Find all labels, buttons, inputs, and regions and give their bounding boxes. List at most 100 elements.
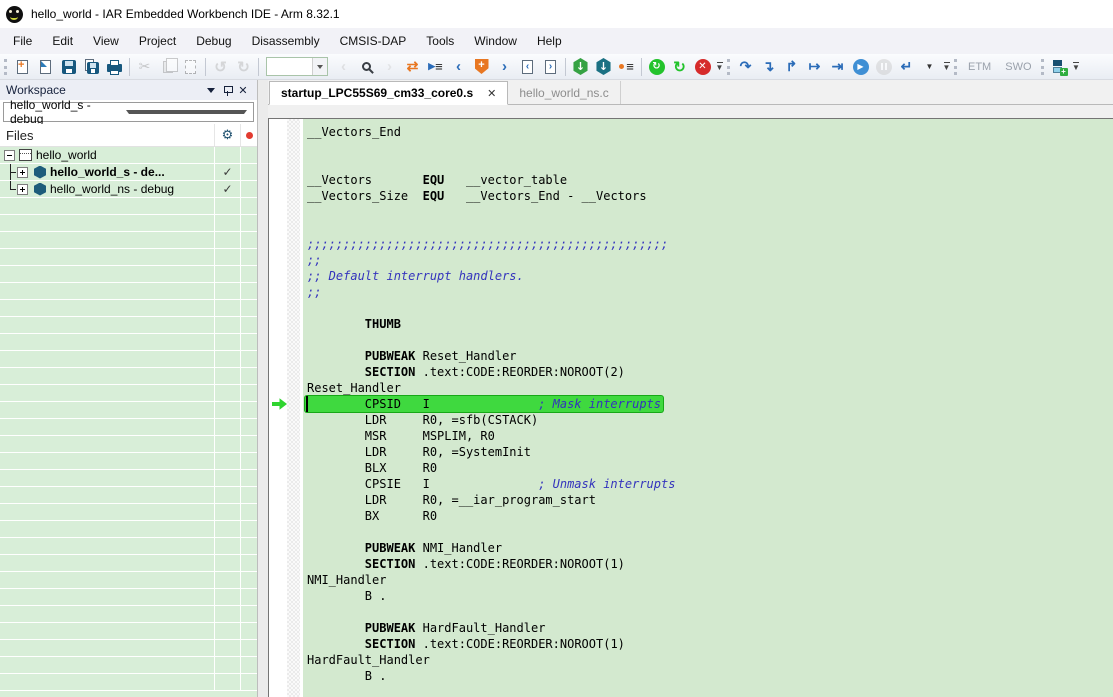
code-line[interactable]: SECTION .text:CODE:REORDER:NOROOT(1) — [307, 636, 1113, 652]
code-line[interactable]: ;; Default interrupt handlers. — [307, 268, 1113, 284]
code-line[interactable]: THUMB — [307, 316, 1113, 332]
code-line[interactable] — [307, 220, 1113, 236]
menu-item-cmsis-dap[interactable]: CMSIS-DAP — [330, 30, 417, 52]
menu-item-window[interactable]: Window — [464, 30, 527, 52]
configuration-selector[interactable]: hello_world_s - debug — [3, 102, 254, 122]
code-line[interactable]: ;;;;;;;;;;;;;;;;;;;;;;;;;;;;;;;;;;;;;;;;… — [307, 236, 1113, 252]
tab-startup-lpc55s69-cm33-core0-s[interactable]: startup_LPC55S69_cm33_core0.s✕ — [269, 81, 508, 105]
dropdown-caret-button[interactable]: ▼ — [918, 56, 941, 78]
code-line[interactable]: CPSID I ; Mask interrupts — [307, 396, 1113, 412]
toolbar-grip[interactable] — [4, 59, 7, 75]
next-bookmark-button[interactable]: › — [493, 56, 516, 78]
breakpoints-button[interactable]: ≡ — [615, 56, 638, 78]
toolbar-overflow-button[interactable]: ▼ — [714, 57, 725, 77]
stop-button[interactable]: ✕ — [691, 56, 714, 78]
page-next-button[interactable]: › — [539, 56, 562, 78]
reset-button[interactable]: ↻ — [645, 56, 668, 78]
code-line[interactable]: HardFault_Handler — [307, 652, 1113, 668]
debug-without-download-button[interactable]: ↓ — [592, 56, 615, 78]
code-line[interactable] — [307, 300, 1113, 316]
navigate-swap-button[interactable]: ⇄ — [401, 56, 424, 78]
new-file-button[interactable]: + — [11, 56, 34, 78]
paste-button[interactable] — [179, 56, 202, 78]
pin-button[interactable] — [219, 82, 235, 98]
menu-item-disassembly[interactable]: Disassembly — [242, 30, 330, 52]
code-line[interactable]: __Vectors_End — [307, 124, 1113, 140]
toolbar-grip[interactable] — [954, 59, 957, 75]
toggle-bookmark-button[interactable]: + — [470, 56, 493, 78]
go-button[interactable]: ▶ — [849, 56, 872, 78]
step-over-button[interactable]: ↷ — [734, 56, 757, 78]
code-line[interactable]: ;; — [307, 284, 1113, 300]
code-line[interactable]: ;; — [307, 252, 1113, 268]
expand-plus-box[interactable] — [17, 184, 28, 195]
save-all-button[interactable] — [80, 56, 103, 78]
find-next-button[interactable]: › — [378, 56, 401, 78]
open-file-button[interactable] — [34, 56, 57, 78]
tab-hello-world-ns-c[interactable]: hello_world_ns.c — [508, 81, 620, 104]
menu-item-project[interactable]: Project — [129, 30, 186, 52]
step-into-button[interactable]: ↴ — [757, 56, 780, 78]
code-line[interactable]: LDR R0, =SystemInit — [307, 444, 1113, 460]
code-line[interactable] — [307, 604, 1113, 620]
find-button[interactable] — [355, 56, 378, 78]
breakpoint-margin[interactable] — [287, 119, 300, 697]
code-line[interactable]: __Vectors EQU __vector_table — [307, 172, 1113, 188]
cut-button[interactable]: ✂ — [133, 56, 156, 78]
code-line[interactable]: LDR R0, =sfb(CSTACK) — [307, 412, 1113, 428]
tree-item-hello-world-s-de[interactable]: hello_world_s - de...✓ — [0, 164, 257, 181]
editor-gutter[interactable] — [269, 119, 303, 697]
previous-bookmark-button[interactable]: ‹ — [447, 56, 470, 78]
code-line[interactable] — [307, 204, 1113, 220]
code-line[interactable]: PUBWEAK NMI_Handler — [307, 540, 1113, 556]
menu-item-file[interactable]: File — [3, 30, 42, 52]
code-line[interactable]: __Vectors_Size EQU __Vectors_End - __Vec… — [307, 188, 1113, 204]
code-line[interactable]: LDR R0, =__iar_program_start — [307, 492, 1113, 508]
code-line[interactable]: BX R0 — [307, 508, 1113, 524]
code-line[interactable]: PUBWEAK HardFault_Handler — [307, 620, 1113, 636]
expand-plus-box[interactable] — [17, 167, 28, 178]
etm-button[interactable]: ETM — [961, 57, 998, 77]
copy-button[interactable] — [156, 56, 179, 78]
close-panel-button[interactable]: ✕ — [235, 82, 251, 98]
restart-button[interactable]: ↻ — [668, 56, 691, 78]
expand-minus-box[interactable] — [4, 150, 15, 161]
redo-button[interactable]: ↻ — [232, 56, 255, 78]
toolbar-combo-dropdown-button[interactable] — [312, 58, 327, 75]
menu-item-edit[interactable]: Edit — [42, 30, 83, 52]
code-line[interactable]: CPSIE I ; Unmask interrupts — [307, 476, 1113, 492]
code-line[interactable]: SECTION .text:CODE:REORDER:NOROOT(2) — [307, 364, 1113, 380]
close-tab-icon[interactable]: ✕ — [487, 87, 496, 100]
menu-item-help[interactable]: Help — [527, 30, 572, 52]
toolbar-overflow-button[interactable]: ▼ — [941, 57, 952, 77]
stop-debugging-button[interactable]: ↵ — [895, 56, 918, 78]
download-debug-button[interactable]: ↓ — [569, 56, 592, 78]
panel-splitter[interactable] — [258, 80, 268, 697]
macro-button[interactable]: + — [1048, 56, 1071, 78]
code-line[interactable]: BLX R0 — [307, 460, 1113, 476]
break-button[interactable] — [872, 56, 895, 78]
code-line[interactable]: Reset_Handler — [307, 380, 1113, 396]
swo-button[interactable]: SWO — [998, 57, 1038, 77]
options-column-header[interactable]: ⚙ — [214, 124, 240, 146]
panel-menu-button[interactable] — [203, 82, 219, 98]
code-line[interactable] — [307, 156, 1113, 172]
find-previous-button[interactable]: ‹ — [332, 56, 355, 78]
code-line[interactable]: PUBWEAK Reset_Handler — [307, 348, 1113, 364]
toolbar-overflow-button[interactable]: ▼ — [1071, 57, 1082, 77]
menu-item-debug[interactable]: Debug — [186, 30, 241, 52]
undo-button[interactable]: ↺ — [209, 56, 232, 78]
code-line[interactable]: B . — [307, 588, 1113, 604]
code-line[interactable]: B . — [307, 668, 1113, 684]
menu-item-view[interactable]: View — [83, 30, 129, 52]
breakpoint-column-header[interactable] — [240, 124, 257, 146]
save-button[interactable] — [57, 56, 80, 78]
next-statement-button[interactable]: ↦ — [803, 56, 826, 78]
menu-item-tools[interactable]: Tools — [416, 30, 464, 52]
run-to-cursor-button[interactable]: ⇥ — [826, 56, 849, 78]
tree-item-hello-world-ns-debug[interactable]: hello_world_ns - debug✓ — [0, 181, 257, 198]
tree-item-hello-world[interactable]: hello_world — [0, 147, 257, 164]
goto-list-button[interactable]: ▶≡ — [424, 56, 447, 78]
page-previous-button[interactable]: ‹ — [516, 56, 539, 78]
toolbar-grip[interactable] — [727, 59, 730, 75]
